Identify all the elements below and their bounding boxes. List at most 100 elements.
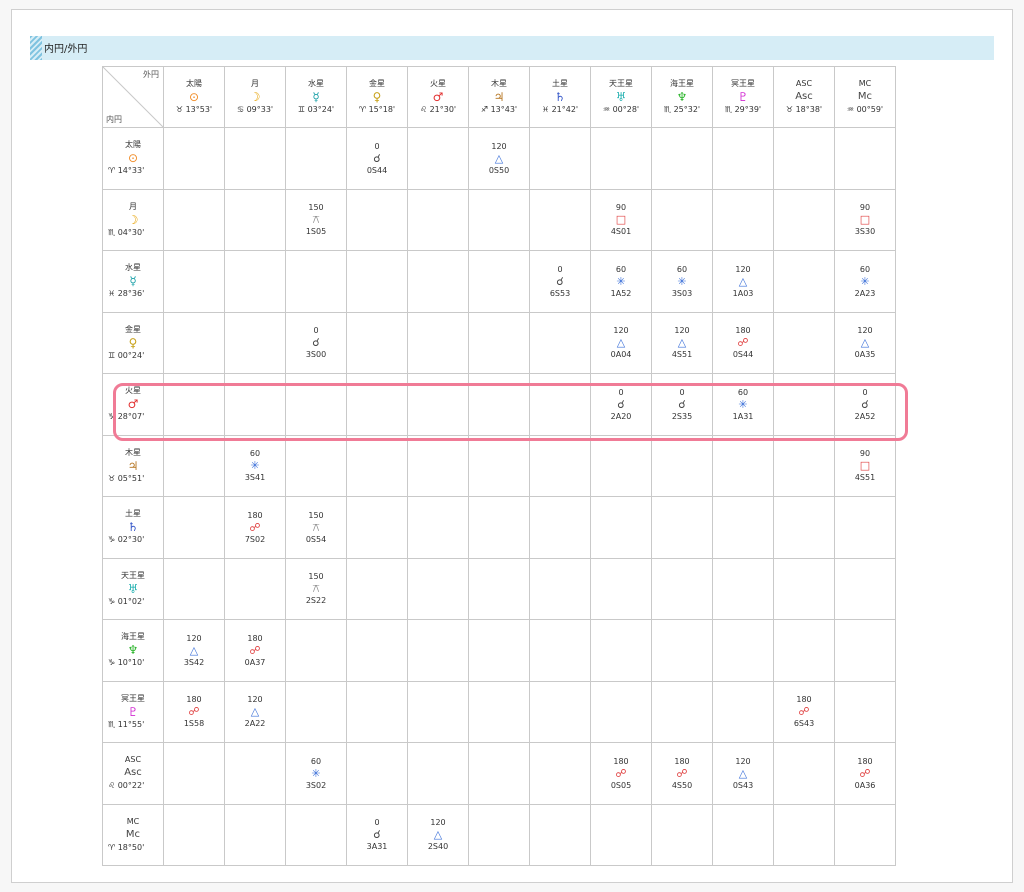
planet-position: ♑ 01°02' <box>108 596 145 606</box>
aspect-angle: 180 <box>247 633 263 643</box>
row-header: 天王星 ♅ ♑ 01°02' <box>102 557 164 620</box>
empty-cell <box>407 557 469 620</box>
empty-cell <box>590 619 652 682</box>
empty-cell <box>346 680 408 743</box>
aspect-orb: 0S43 <box>732 780 754 790</box>
aspect-cell: 60 ✳ 1A31 <box>712 373 774 436</box>
empty-cell <box>407 619 469 682</box>
column-header: 太陽 ⊙ ♉ 13°53' <box>163 66 225 128</box>
table-row: 水星 ☿ ♓ 28°36' 0 ☌ 6S53 60 ✳ 1A52 60 ✳ 3S03 120 △ 1A03 6… <box>102 250 896 313</box>
column-header: MC Mc ♒ 00°59' <box>834 66 896 128</box>
aspect-orb: 0A35 <box>854 350 876 360</box>
table-row: ASC Asc ♌ 00°22' 60 ✳ 3S02 180 ☍ 0S05 180 ☍ 4S50 120… <box>102 742 896 805</box>
empty-cell <box>834 496 896 559</box>
planet-position: ♒ 00°28' <box>602 105 640 114</box>
empty-cell <box>834 127 896 190</box>
planet-symbol-icon: ☿ <box>312 90 320 104</box>
planet-symbol-icon: ♆ <box>127 643 139 658</box>
empty-cell <box>773 557 835 620</box>
empty-cell <box>407 188 469 251</box>
aspect-angle: 120 <box>491 141 507 151</box>
aspect-orb: 3S41 <box>244 473 266 483</box>
planet-name: 月 <box>251 79 259 88</box>
aspect-symbol-icon: △ <box>860 336 870 350</box>
aspect-symbol-icon: △ <box>677 336 687 350</box>
planet-name: 土星 <box>125 509 141 519</box>
planet-name: MC <box>858 79 872 88</box>
aspect-angle: 60 <box>859 264 871 274</box>
empty-cell <box>590 496 652 559</box>
aspect-symbol-icon: ✳ <box>250 459 260 473</box>
aspect-orb: 3S02 <box>305 780 327 790</box>
aspect-symbol-icon: ☍ <box>615 766 627 780</box>
planet-name: 海王星 <box>670 79 694 88</box>
planet-symbol-icon: ♃ <box>493 90 505 104</box>
planet-name: 火星 <box>430 79 446 88</box>
aspect-symbol-icon: □ <box>859 459 871 473</box>
empty-cell <box>651 803 713 866</box>
aspect-orb: 1S05 <box>305 227 327 237</box>
empty-cell <box>163 803 225 866</box>
aspect-symbol-icon: ⚻ <box>312 213 320 227</box>
planet-position: ♉ 13°53' <box>175 105 213 114</box>
aspect-angle: 60 <box>249 449 261 459</box>
table-row: 木星 ♃ ♉ 05°51' 60 ✳ 3S41 90 □ 4S51 <box>102 434 896 497</box>
empty-cell <box>163 742 225 805</box>
outer-circle-label: 外円 <box>143 70 159 79</box>
empty-cell <box>773 127 835 190</box>
aspect-cell: 120 △ 0S43 <box>712 742 774 805</box>
aspect-symbol-icon: ✳ <box>860 274 870 288</box>
planet-name: 火星 <box>125 386 141 396</box>
empty-cell <box>529 557 591 620</box>
aspect-symbol-icon: ☌ <box>678 397 686 411</box>
row-header: 木星 ♃ ♉ 05°51' <box>102 434 164 497</box>
empty-cell <box>468 373 530 436</box>
aspect-orb: 0S50 <box>488 165 510 175</box>
empty-cell <box>468 557 530 620</box>
empty-cell <box>468 434 530 497</box>
aspect-cell: 180 ☍ 7S02 <box>224 496 286 559</box>
column-header: 海王星 ♆ ♏ 25°32' <box>651 66 713 128</box>
row-header: 冥王星 ♇ ♏ 11°55' <box>102 680 164 743</box>
aspect-orb: 0A04 <box>610 350 632 360</box>
planet-name: ASC <box>795 79 813 88</box>
aspect-symbol-icon: ☌ <box>556 274 564 288</box>
aspect-symbol-icon: △ <box>189 643 199 657</box>
table-row: 土星 ♄ ♑ 02°30' 180 ☍ 7S02 150 ⚻ 0S54 <box>102 496 896 559</box>
aspect-orb: 0S44 <box>366 165 388 175</box>
empty-cell <box>346 619 408 682</box>
empty-cell <box>346 250 408 313</box>
aspect-orb: 1A31 <box>732 411 754 421</box>
empty-cell <box>590 557 652 620</box>
aspect-cell: 180 ☍ 0S44 <box>712 311 774 374</box>
planet-name: 水星 <box>125 263 141 273</box>
aspect-symbol-icon: ☍ <box>249 643 261 657</box>
aspect-cell: 0 ☌ 2A20 <box>590 373 652 436</box>
aspect-symbol-icon: ⚻ <box>312 582 320 596</box>
empty-cell <box>224 742 286 805</box>
aspect-orb: 3S00 <box>305 350 327 360</box>
inner-circle-label: 内円 <box>106 115 122 124</box>
empty-cell <box>712 188 774 251</box>
planet-name: MC <box>126 816 140 826</box>
aspect-symbol-icon: ☍ <box>676 766 688 780</box>
aspect-angle: 150 <box>308 203 324 213</box>
table-row: 天王星 ♅ ♑ 01°02' 150 ⚻ 2S22 <box>102 557 896 620</box>
empty-cell <box>407 373 469 436</box>
planet-name: 冥王星 <box>121 693 145 703</box>
row-header: 海王星 ♆ ♑ 10°10' <box>102 619 164 682</box>
planet-name: 海王星 <box>121 632 145 642</box>
column-header: 水星 ☿ ♊ 03°24' <box>285 66 347 128</box>
row-header: ASC Asc ♌ 00°22' <box>102 742 164 805</box>
aspect-cell: 150 ⚻ 1S05 <box>285 188 347 251</box>
planet-name: 冥王星 <box>731 79 755 88</box>
empty-cell <box>773 188 835 251</box>
planet-position: ♓ 28°36' <box>108 289 145 299</box>
empty-cell <box>529 496 591 559</box>
planet-name: 土星 <box>552 79 568 88</box>
empty-cell <box>468 188 530 251</box>
section-title: 内円/外円 <box>44 44 88 55</box>
empty-cell <box>163 311 225 374</box>
planet-symbol-icon: ☽ <box>249 90 261 104</box>
empty-cell <box>285 803 347 866</box>
